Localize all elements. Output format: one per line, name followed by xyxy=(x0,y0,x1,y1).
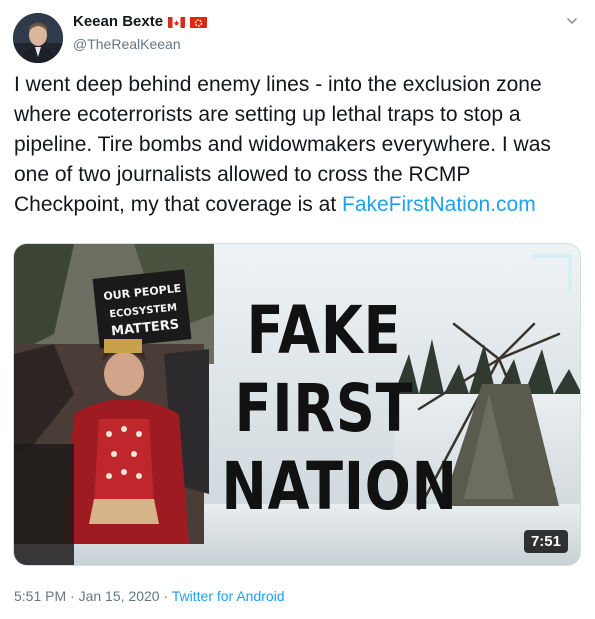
tweet-time[interactable]: 5:51 PM xyxy=(14,588,66,604)
chevron-down-icon[interactable] xyxy=(565,14,579,28)
tweet-source[interactable]: Twitter for Android xyxy=(172,588,285,604)
avatar-image xyxy=(13,13,63,63)
author-name-line: Keean Bexte xyxy=(73,13,208,30)
video-headline: FAKE FIRST NATION xyxy=(199,292,458,526)
canada-flag-icon xyxy=(168,16,186,28)
author-name[interactable]: Keean Bexte xyxy=(73,13,163,30)
tweet-date[interactable]: Jan 15, 2020 xyxy=(79,588,160,604)
tweet-meta: 5:51 PM · Jan 15, 2020 · Twitter for And… xyxy=(14,588,285,604)
headline-line-3: NATION xyxy=(221,448,458,525)
hong-kong-flag-icon xyxy=(190,16,208,28)
author-handle[interactable]: @TheRealKeean xyxy=(73,36,181,52)
tweet-text: I went deep behind enemy lines - into th… xyxy=(14,70,584,220)
headline-line-2: FIRST xyxy=(234,370,414,447)
video-thumbnail[interactable]: OUR PEOPLE ECOSYSTEM MATTERS FAKE FIRST … xyxy=(13,243,581,566)
video-duration-badge: 7:51 xyxy=(523,530,568,553)
meta-separator-2: · xyxy=(159,588,172,604)
author-avatar[interactable] xyxy=(13,13,63,63)
meta-separator: · xyxy=(66,588,79,604)
headline-line-1: FAKE xyxy=(246,292,402,369)
tweet-link[interactable]: FakeFirstNation.com xyxy=(342,193,536,216)
